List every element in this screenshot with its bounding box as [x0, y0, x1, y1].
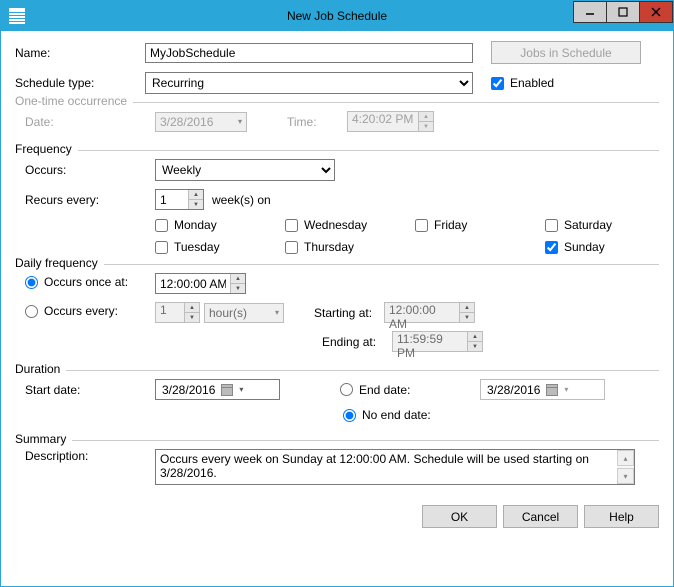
ok-button[interactable]: OK — [422, 505, 497, 528]
one-time-group: One-time occurrence Date: 3/28/2016 ▾ Ti… — [15, 102, 659, 142]
help-button[interactable]: Help — [584, 505, 659, 528]
description-text: Occurs every week on Sunday at 12:00:00 … — [156, 450, 617, 484]
onetime-time-label: Time: — [287, 115, 347, 129]
occurs-label: Occurs: — [15, 163, 155, 177]
ending-at-label: Ending at: — [322, 335, 392, 349]
day-wednesday[interactable]: Wednesday — [285, 218, 415, 232]
occurs-once-radio[interactable]: Occurs once at: — [25, 275, 128, 289]
ending-at-field: 11:59:59 PM ▲▼ — [392, 331, 483, 352]
occurs-every-spinner: 1 ▲▼ — [155, 302, 200, 323]
content: Name: Jobs in Schedule Schedule type: Re… — [1, 31, 673, 586]
spin-down-icon: ▼ — [419, 121, 433, 131]
duration-group: Duration Start date: 3/28/2016 ▾ End dat… — [15, 370, 659, 432]
schedule-type-select[interactable]: Recurring — [145, 72, 473, 94]
start-date-label: Start date: — [15, 383, 155, 397]
day-sunday[interactable]: Sunday — [545, 240, 674, 254]
scroll-up-icon[interactable]: ▴ — [617, 450, 634, 466]
titlebar: New Job Schedule — [1, 1, 673, 31]
minimize-button[interactable] — [573, 1, 607, 23]
description-box: Occurs every week on Sunday at 12:00:00 … — [155, 449, 635, 485]
enabled-checkbox[interactable]: Enabled — [491, 76, 554, 90]
close-button[interactable] — [639, 1, 673, 23]
day-friday[interactable]: Friday — [415, 218, 545, 232]
spin-up-icon[interactable]: ▲ — [231, 274, 245, 283]
name-label: Name: — [15, 46, 145, 60]
duration-legend: Duration — [15, 362, 66, 376]
spin-up-icon: ▲ — [419, 112, 433, 121]
enabled-label: Enabled — [510, 76, 554, 90]
end-date-radio[interactable]: End date: — [340, 383, 450, 397]
occurs-every-unit: hour(s)▾ — [204, 303, 284, 323]
daily-legend: Daily frequency — [15, 256, 104, 270]
start-date-field[interactable]: 3/28/2016 ▾ — [155, 379, 280, 400]
summary-group: Summary Description: Occurs every week o… — [15, 440, 659, 495]
chevron-down-icon: ▾ — [238, 117, 242, 126]
onetime-time-field: 4:20:02 PM ▲▼ — [347, 111, 434, 132]
spin-up-icon: ▲ — [468, 332, 482, 341]
spin-up-icon: ▲ — [185, 303, 199, 312]
cancel-button[interactable]: Cancel — [503, 505, 578, 528]
jobs-in-schedule-button: Jobs in Schedule — [491, 41, 641, 64]
end-date-field: 3/28/2016 ▾ — [480, 379, 605, 400]
frequency-group: Frequency Occurs: Weekly Recurs every: ▲… — [15, 150, 659, 256]
app-icon — [9, 8, 25, 24]
occurs-once-time[interactable]: ▲▼ — [155, 273, 246, 294]
weeks-on-label: week(s) on — [212, 193, 271, 207]
day-saturday[interactable]: Saturday — [545, 218, 674, 232]
spin-down-icon[interactable]: ▼ — [231, 283, 245, 293]
dialog-buttons: OK Cancel Help — [15, 505, 659, 528]
schedule-type-label: Schedule type: — [15, 76, 145, 90]
chevron-down-icon: ▾ — [564, 385, 568, 394]
spin-up-icon: ▲ — [460, 303, 474, 312]
name-input[interactable] — [145, 43, 473, 63]
one-time-legend: One-time occurrence — [15, 94, 133, 108]
description-scrollbar[interactable]: ▴ ▾ — [617, 450, 634, 484]
days-grid: Monday Wednesday Friday Saturday Tuesday… — [155, 218, 659, 254]
starting-at-field: 12:00:00 AM ▲▼ — [384, 302, 475, 323]
chevron-down-icon: ▾ — [239, 385, 243, 394]
summary-legend: Summary — [15, 432, 72, 446]
frequency-legend: Frequency — [15, 142, 78, 156]
day-monday[interactable]: Monday — [155, 218, 285, 232]
description-label: Description: — [15, 449, 155, 463]
spin-down-icon[interactable]: ▼ — [189, 199, 203, 209]
chevron-down-icon: ▾ — [275, 308, 279, 317]
spin-down-icon: ▼ — [460, 312, 474, 322]
window-buttons — [574, 1, 673, 31]
occurs-every-radio[interactable]: Occurs every: — [25, 304, 118, 318]
day-thursday[interactable]: Thursday — [285, 240, 415, 254]
enabled-checkbox-input[interactable] — [491, 77, 504, 90]
day-tuesday[interactable]: Tuesday — [155, 240, 285, 254]
recurs-every-label: Recurs every: — [15, 193, 155, 207]
spin-down-icon: ▼ — [185, 312, 199, 322]
scroll-down-icon[interactable]: ▾ — [617, 468, 634, 484]
spin-down-icon: ▼ — [468, 341, 482, 351]
window: New Job Schedule Name: Jobs in Schedule … — [0, 0, 674, 587]
occurs-select[interactable]: Weekly — [155, 159, 335, 181]
recurs-every-spinner[interactable]: ▲▼ — [155, 189, 204, 210]
calendar-icon — [221, 384, 233, 396]
recurs-every-input[interactable] — [156, 190, 188, 209]
onetime-date-field: 3/28/2016 ▾ — [155, 112, 247, 132]
daily-frequency-group: Daily frequency Occurs once at: ▲▼ — [15, 264, 659, 362]
spin-up-icon[interactable]: ▲ — [189, 190, 203, 199]
starting-at-label: Starting at: — [314, 306, 384, 320]
onetime-date-label: Date: — [15, 115, 155, 129]
occurs-once-time-input[interactable] — [156, 274, 230, 293]
maximize-button[interactable] — [606, 1, 640, 23]
no-end-date-radio[interactable]: No end date: — [343, 408, 431, 422]
calendar-icon — [546, 384, 558, 396]
